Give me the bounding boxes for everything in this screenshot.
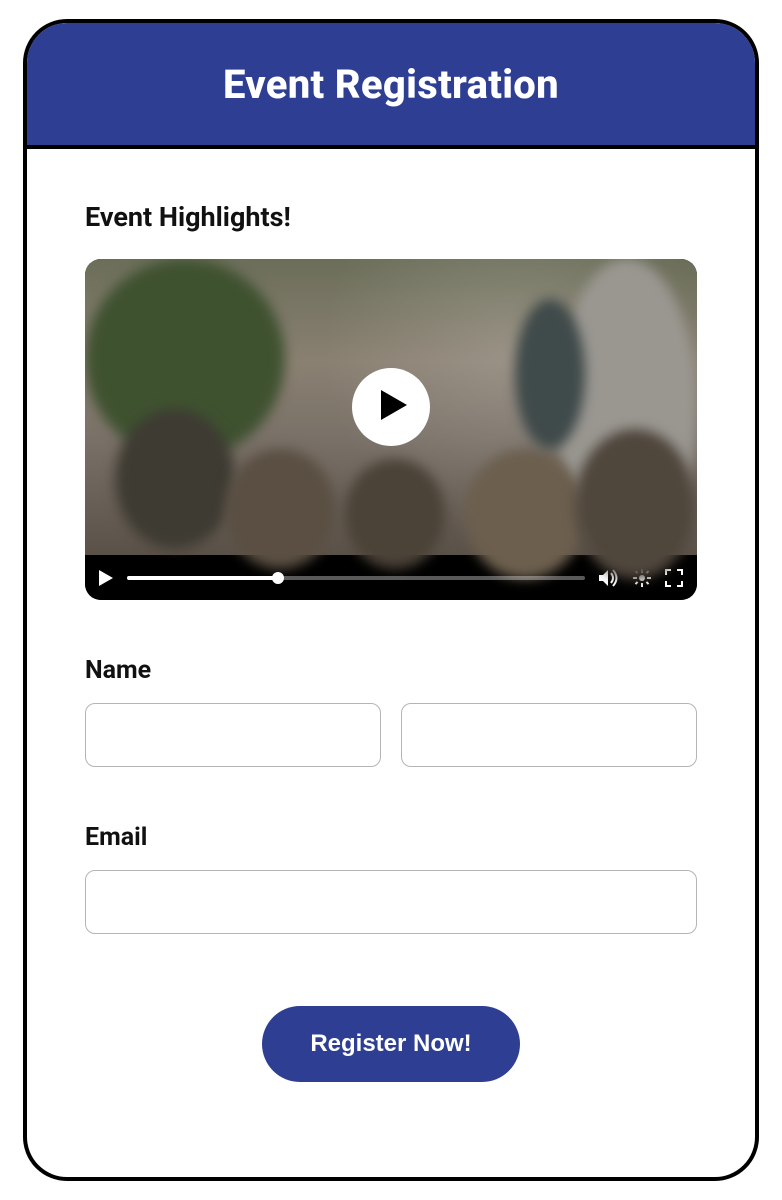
card-body: Event Highlights! [27,149,755,1082]
progress-handle[interactable] [272,572,284,584]
video-thumbnail[interactable] [85,259,697,555]
play-small-icon[interactable] [99,570,113,586]
fullscreen-icon[interactable] [665,569,683,587]
name-label: Name [85,656,697,685]
play-icon [376,390,407,424]
video-section-title: Event Highlights! [85,201,697,233]
card-header: Event Registration [27,23,755,149]
first-name-field[interactable] [85,703,381,767]
email-group: Email [85,823,697,934]
email-label: Email [85,823,697,852]
progress-bar[interactable] [127,576,585,580]
email-field[interactable] [85,870,697,934]
progress-fill [127,576,278,580]
registration-card: Event Registration Event Highlights! [23,19,759,1181]
play-button[interactable] [352,368,430,446]
video-player [85,259,697,600]
name-group: Name [85,656,697,767]
last-name-field[interactable] [401,703,697,767]
register-button[interactable]: Register Now! [262,1006,519,1082]
page-title: Event Registration [223,61,559,108]
